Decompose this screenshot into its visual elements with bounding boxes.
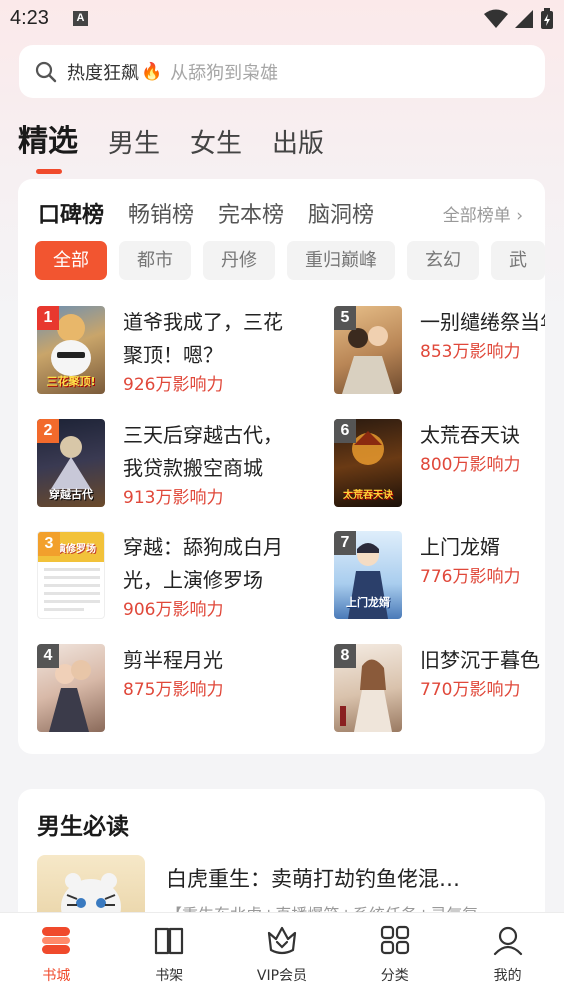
book-title: 太荒吞天诀 [420, 423, 520, 447]
nav-category[interactable]: 分类 [338, 913, 451, 1002]
flame-icon: 🔥 [141, 61, 163, 82]
cover-title: 上门龙婿 [346, 595, 390, 609]
category-grid-icon [380, 925, 409, 955]
all-rankings-link[interactable]: 全部榜单 › [443, 201, 523, 226]
vip-crown-icon [267, 926, 297, 955]
ranked-book[interactable]: 7 上门龙婿 上门龙婿 776万影响力 [334, 531, 545, 621]
cover-title: 穿越古代 [49, 487, 93, 501]
book-title: 一别缱绻祭当年 [420, 310, 545, 334]
rank-badge: 7 [334, 531, 356, 555]
nav-bookshelf[interactable]: 书架 [113, 913, 226, 1002]
nav-label: VIP会员 [256, 968, 308, 984]
nav-label: 书城 [42, 968, 71, 984]
book-cover: 8 [334, 644, 402, 732]
book-cover: 1 三花聚顶! [37, 306, 105, 394]
search-icon [35, 61, 57, 82]
book-title: 旧梦沉于暮色 [420, 648, 540, 672]
tab-publish[interactable]: 出版 [272, 123, 324, 160]
book-cover: 2 穿越古代 [37, 419, 105, 507]
ranking-card: 口碑榜 畅销榜 完本榜 脑洞榜 全部榜单 › 全部 都市 丹修 重归巅峰 玄幻 … [18, 179, 545, 754]
book-heat: 800万影响力 [420, 455, 521, 475]
nav-profile[interactable]: 我的 [451, 913, 564, 1002]
book-title[interactable]: 白虎重生：卖萌打劫钓鱼佬混… [166, 863, 460, 893]
rank-badge: 1 [37, 306, 59, 330]
search-bar[interactable]: 热度狂飙 🔥 从舔狗到枭雄 [19, 45, 545, 98]
book-heat: 906万影响力 [123, 600, 224, 620]
nav-vip[interactable]: VIP会员 [226, 913, 339, 1002]
tab-featured[interactable]: 精选 [18, 116, 78, 174]
book-heat: 853万影响力 [420, 342, 521, 362]
book-cover: 7 上门龙婿 [334, 531, 402, 619]
rank-badge: 3 [38, 532, 60, 556]
bottom-nav: 书城 书架 VIP会员 分类 我的 [0, 912, 564, 1002]
filter-chip-return-peak[interactable]: 重归巅峰 [287, 241, 395, 280]
rank-tab-completed[interactable]: 完本榜 [218, 197, 284, 229]
filter-chip-martial[interactable]: 武 [491, 241, 545, 280]
nav-bookstore[interactable]: 书城 [0, 913, 113, 1002]
rank-tab-reputation[interactable]: 口碑榜 [38, 197, 104, 229]
rank-badge: 4 [37, 644, 59, 668]
rank-badge: 8 [334, 644, 356, 668]
ranked-book[interactable]: 2 穿越古代 三天后穿越古代，我贷款搬空商城 913万影响力 [37, 419, 297, 509]
ranked-book[interactable]: 8 旧梦沉于暮色 770万影响力 [334, 644, 545, 734]
top-tabs: 精选 男生 女生 出版 [18, 116, 354, 174]
book-cover: 6 太荒吞天诀 [334, 419, 402, 507]
search-placeholder: 从舔狗到枭雄 [170, 62, 279, 84]
cover-title: 三花聚顶! [46, 374, 96, 388]
ranking-tabs: 口碑榜 畅销榜 完本榜 脑洞榜 [38, 197, 398, 229]
book-heat: 770万影响力 [420, 680, 521, 700]
filter-chip-all[interactable]: 全部 [35, 241, 107, 280]
ranked-book[interactable]: 1 三花聚顶! 道爷我成了，三花聚顶！嗯？ 926万影响力 [37, 306, 297, 396]
rank-badge: 2 [37, 419, 59, 443]
book-title: 道爷我成了，三花聚顶！嗯？ [123, 310, 283, 367]
bookstore-icon [42, 927, 71, 954]
book-heat: 776万影响力 [420, 567, 521, 587]
status-icons [484, 8, 554, 30]
search-hot-label: 热度狂飙 [67, 62, 139, 84]
section-title: 男生必读 [37, 814, 129, 840]
wifi-icon [484, 9, 508, 28]
rank-badge: 6 [334, 419, 356, 443]
book-title: 穿越：舔狗成白月光，上演修罗场 [123, 535, 283, 592]
tab-male[interactable]: 男生 [108, 123, 160, 160]
nav-label: 我的 [493, 968, 522, 984]
battery-icon [541, 8, 553, 29]
rank-tab-bestseller[interactable]: 畅销榜 [128, 197, 194, 229]
filter-chip-urban[interactable]: 都市 [119, 241, 191, 280]
book-cover: 4 [37, 644, 105, 732]
cover-title: 太荒吞天诀 [343, 490, 393, 501]
ranked-book[interactable]: 4 剪半程月光 875万影响力 [37, 644, 297, 734]
ranked-book[interactable]: 3 上演修罗场 穿越：舔狗成白月光，上演修罗场 906万影响力 [37, 531, 297, 621]
book-heat: 913万影响力 [123, 488, 224, 508]
filter-chip-fantasy[interactable]: 玄幻 [407, 241, 479, 280]
book-cover: 5 [334, 306, 402, 394]
book-title: 上门龙婿 [420, 535, 500, 559]
rank-tab-imaginative[interactable]: 脑洞榜 [308, 197, 374, 229]
nav-label: 书架 [155, 968, 184, 984]
nav-label: 分类 [380, 968, 409, 984]
bookshelf-icon [155, 927, 184, 955]
book-heat: 875万影响力 [123, 680, 224, 700]
book-cover: 3 上演修罗场 [37, 531, 105, 619]
profile-icon [493, 926, 522, 956]
ranked-book[interactable]: 6 太荒吞天诀 太荒吞天诀 800万影响力 [334, 419, 545, 509]
book-title: 三天后穿越古代，我贷款搬空商城 [123, 423, 283, 480]
tab-female[interactable]: 女生 [190, 123, 242, 160]
book-title: 剪半程月光 [123, 648, 223, 672]
status-bar: 4:23 A [0, 0, 564, 36]
book-heat: 926万影响力 [123, 375, 224, 395]
ranked-book[interactable]: 5 一别缱绻祭当年 853万影响力 [334, 306, 545, 396]
status-time: 4:23 [10, 7, 49, 29]
status-a-icon: A [73, 11, 88, 26]
genre-filters: 全部 都市 丹修 重归巅峰 玄幻 武 [35, 241, 545, 280]
rank-badge: 5 [334, 306, 356, 330]
signal-icon [515, 10, 533, 28]
filter-chip-alchemy[interactable]: 丹修 [203, 241, 275, 280]
